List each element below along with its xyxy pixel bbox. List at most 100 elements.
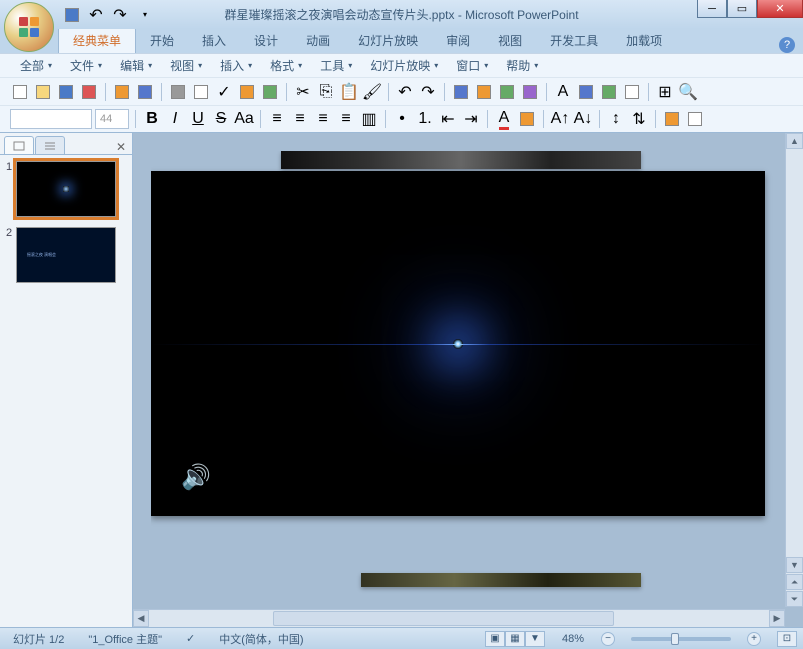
text-direction-icon[interactable]: ⇅ [629,109,649,129]
menu-view[interactable]: 视图 [162,55,210,76]
scroll-right-icon[interactable]: ▶ [769,610,785,627]
tab-design[interactable]: 设计 [240,28,292,53]
email-icon[interactable] [112,82,132,102]
increase-font-icon[interactable]: A↑ [550,109,570,129]
decrease-font-icon[interactable]: A↓ [573,109,593,129]
print-icon[interactable] [168,82,188,102]
spell-check-icon[interactable]: ✓ [179,630,202,647]
paste-icon[interactable]: 📋 [339,82,359,102]
fit-window-icon[interactable]: ⊡ [777,631,797,647]
close-pane-icon[interactable]: ✕ [116,140,126,154]
menu-window[interactable]: 窗口 [448,55,496,76]
maximize-button[interactable]: ▭ [727,0,757,18]
thesaurus-icon[interactable] [260,82,280,102]
wordart-icon[interactable] [576,82,596,102]
highlight-icon[interactable] [517,109,537,129]
align-left-icon[interactable]: ≡ [267,109,287,129]
undo-icon[interactable]: ↶ [395,82,415,102]
align-center-icon[interactable]: ≡ [290,109,310,129]
menu-all[interactable]: 全部 [12,55,60,76]
menu-edit[interactable]: 编辑 [112,55,160,76]
tab-classic-menu[interactable]: 经典菜单 [58,27,136,53]
tab-home[interactable]: 开始 [136,28,188,53]
menu-help[interactable]: 帮助 [498,55,546,76]
save-icon[interactable] [64,7,80,23]
font-size-selector[interactable] [95,109,129,129]
sorter-view-icon[interactable]: ▦ [505,631,525,647]
tab-addins[interactable]: 加载项 [612,28,676,53]
menu-format[interactable]: 格式 [262,55,310,76]
grid-icon[interactable]: ⊞ [655,82,675,102]
save-icon[interactable] [56,82,76,102]
hyperlink-icon[interactable] [497,82,517,102]
copy-icon[interactable]: ⎘ [316,82,336,102]
italic-icon[interactable]: I [165,109,185,129]
shapes-icon[interactable] [599,82,619,102]
redo-icon[interactable]: ↷ [418,82,438,102]
bold-icon[interactable]: B [142,109,162,129]
font-family-selector[interactable] [10,109,92,129]
textbox-icon[interactable]: A [553,82,573,102]
zoom-icon[interactable]: 🔍 [678,82,698,102]
menu-slideshow[interactable]: 幻灯片放映 [362,55,446,76]
zoom-out-icon[interactable]: − [601,632,615,646]
table-icon[interactable] [474,82,494,102]
tab-review[interactable]: 审阅 [432,28,484,53]
scrollbar-track[interactable] [149,610,769,627]
new-icon[interactable] [10,82,30,102]
close-button[interactable]: ✕ [757,0,803,18]
slide-thumbnail-1[interactable]: 1 [6,161,126,217]
tab-animations[interactable]: 动画 [292,28,344,53]
language-indicator[interactable]: 中文(简体，中国) [212,629,310,649]
menu-file[interactable]: 文件 [62,55,110,76]
new-slide-icon[interactable] [662,109,682,129]
slide-canvas-viewport[interactable]: 🔊 [151,151,783,609]
vertical-scrollbar[interactable]: ▲ ▼ ⏶ ⏷ [785,133,803,607]
scroll-left-icon[interactable]: ◀ [133,610,149,627]
increase-indent-icon[interactable]: ⇥ [461,109,481,129]
help-icon[interactable]: ? [779,37,795,53]
horizontal-scrollbar[interactable]: ◀ ▶ [133,609,785,627]
theme-name[interactable]: "1_Office 主题" [81,629,169,649]
undo-icon[interactable]: ↶ [88,7,104,23]
columns-icon[interactable]: ▥ [359,109,379,129]
line-spacing-icon[interactable]: ↕ [606,109,626,129]
slideshow-view-icon[interactable]: ▼ [525,631,545,647]
underline-icon[interactable]: U [188,109,208,129]
smartart-icon[interactable] [520,82,540,102]
zoom-in-icon[interactable]: + [747,632,761,646]
format-painter-icon[interactable]: 🖌 [362,82,382,102]
slide-thumbnail-2[interactable]: 2 摇滚之夜 演唱会 [6,227,126,283]
spelling-icon[interactable]: ✓ [214,82,234,102]
change-case-icon[interactable]: Aa [234,109,254,129]
cut-icon[interactable]: ✂ [293,82,313,102]
tab-developer[interactable]: 开发工具 [536,28,612,53]
tab-slideshow[interactable]: 幻灯片放映 [344,28,432,53]
research-icon[interactable] [237,82,257,102]
zoom-percent[interactable]: 48% [555,631,591,647]
align-right-icon[interactable]: ≡ [313,109,333,129]
redo-icon[interactable]: ↷ [112,7,128,23]
arrange-icon[interactable] [622,82,642,102]
scrollbar-thumb[interactable] [273,611,614,626]
numbering-icon[interactable]: 1. [415,109,435,129]
slide-counter[interactable]: 幻灯片 1/2 [6,629,71,649]
strikethrough-icon[interactable]: S [211,109,231,129]
previous-slide-icon[interactable]: ⏶ [786,574,803,590]
scroll-up-icon[interactable]: ▲ [786,133,803,149]
qat-customize-icon[interactable] [136,7,152,23]
open-icon[interactable] [33,82,53,102]
justify-icon[interactable]: ≡ [336,109,356,129]
current-slide[interactable]: 🔊 [151,171,765,516]
zoom-slider[interactable] [631,637,731,641]
chart-icon[interactable] [451,82,471,102]
tab-view[interactable]: 视图 [484,28,536,53]
print-preview-icon[interactable] [191,82,211,102]
audio-icon[interactable]: 🔊 [181,463,211,492]
properties-icon[interactable] [135,82,155,102]
permission-icon[interactable] [79,82,99,102]
office-button[interactable] [4,2,54,52]
scroll-down-icon[interactable]: ▼ [786,557,803,573]
outline-tab[interactable] [35,136,65,154]
decrease-indent-icon[interactable]: ⇤ [438,109,458,129]
